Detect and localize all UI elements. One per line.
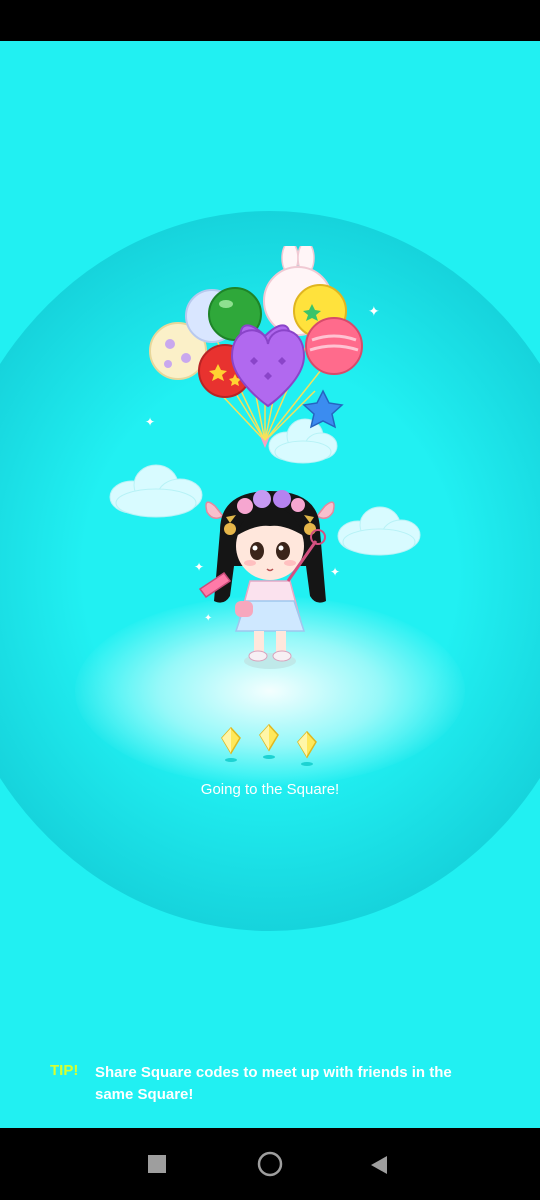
avatar-character-icon: ✦ ✦ ✦	[194, 490, 340, 669]
square-stop-icon[interactable]	[148, 1155, 166, 1173]
tip-text: Share Square codes to meet up with frien…	[95, 1064, 452, 1103]
yellow-gem-icon	[259, 724, 279, 759]
svg-text:✦: ✦	[194, 560, 204, 574]
circle-home-icon[interactable]	[256, 1150, 284, 1178]
loading-scene: ✦ ✦ ✦ ✦ ✦ Going to the Square! TIP! Shar…	[0, 41, 540, 1128]
game-screen: ✦ ✦ ✦ ✦ ✦ Going to the Square! TIP! Shar…	[0, 0, 540, 1200]
yellow-gem-icon	[221, 727, 241, 762]
balloon-bunch-icon: ✦ ✦	[145, 246, 380, 448]
svg-text:✦: ✦	[330, 565, 340, 579]
tip-label: TIP!	[50, 1062, 79, 1079]
status-bar	[0, 0, 540, 41]
svg-text:✦: ✦	[368, 304, 380, 320]
loading-message: Going to the Square!	[200, 781, 340, 798]
triangle-back-icon[interactable]	[368, 1154, 390, 1176]
svg-text:✦: ✦	[145, 415, 155, 429]
yellow-gem-icon	[297, 731, 317, 766]
svg-text:✦: ✦	[204, 613, 212, 624]
navigation-bar	[0, 1128, 540, 1200]
